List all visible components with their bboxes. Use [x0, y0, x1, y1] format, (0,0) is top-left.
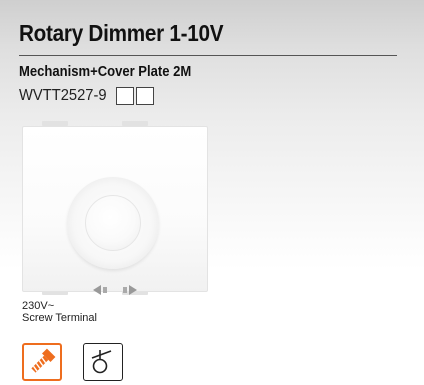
screw-terminal-icon [22, 343, 62, 381]
spec-voltage: 230V~ [22, 300, 55, 312]
specifications: 230V~ Screw Terminal [22, 300, 97, 324]
product-code: WVTT2527-9 [19, 87, 107, 104]
knob-symbol-icon [91, 350, 112, 374]
cover-plate [22, 126, 208, 295]
product-subtitle: Mechanism+Cover Plate 2M [19, 64, 192, 80]
product-title: Rotary Dimmer 1-10V [19, 20, 224, 46]
screw-icon [27, 348, 57, 376]
title-divider [19, 55, 397, 56]
dimmer-knob [67, 177, 159, 269]
rotate-arrows-icon [93, 285, 137, 295]
dimmer-knob-cap [85, 195, 141, 251]
color-swatch-1[interactable] [116, 87, 135, 105]
spec-terminal: Screw Terminal [22, 312, 97, 324]
color-swatch-2[interactable] [136, 87, 155, 105]
product-code-row: WVTT2527-9 [19, 87, 155, 105]
rotary-control-icon [83, 343, 123, 381]
product-image [22, 120, 208, 295]
